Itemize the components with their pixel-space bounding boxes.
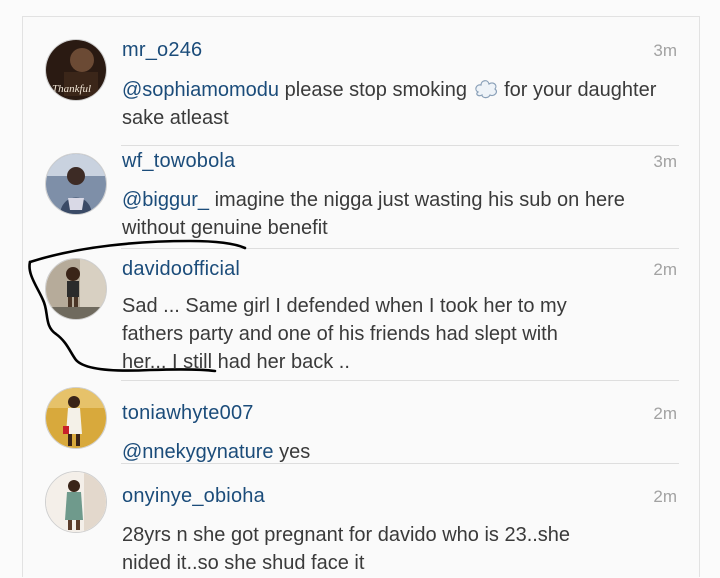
comment-text: 28yrs n she got pregnant for davido who … xyxy=(122,521,662,577)
comment-item: toniawhyte007 2m @nnekygynature yes xyxy=(23,380,699,463)
comment-text-line: her... I still had her back .. xyxy=(122,351,350,373)
comment-timestamp: 2m xyxy=(653,260,677,279)
avatar[interactable] xyxy=(45,258,107,320)
comment-item: onyinye_obioha 2m 28yrs n she got pregna… xyxy=(23,463,699,577)
comment-timestamp: 3m xyxy=(653,41,677,60)
comment-timestamp: 3m xyxy=(653,152,677,171)
comment-item: wf_towobola 3m @biggur_ imagine the nigg… xyxy=(23,145,699,248)
avatar[interactable] xyxy=(45,471,107,533)
comment-text-part: please stop smoking xyxy=(284,79,467,101)
avatar-image xyxy=(46,154,106,214)
comment-text-line: Sad ... Same girl I defended when I took… xyxy=(122,295,567,317)
avatar[interactable]: Thankful xyxy=(45,39,107,101)
avatar-image: Thankful xyxy=(46,40,106,100)
comment-username[interactable]: toniawhyte007 xyxy=(122,402,254,425)
comment-item: davidoofficial 2m Sad ... Same girl I de… xyxy=(23,248,699,380)
smoke-emoji-icon xyxy=(473,78,499,100)
comment-username[interactable]: onyinye_obioha xyxy=(122,485,265,508)
comment-username[interactable]: davidoofficial xyxy=(122,258,240,281)
comment-text: @sophiamomodu please stop smoking for yo… xyxy=(122,76,662,132)
comment-text: @nnekygynature yes xyxy=(122,438,662,466)
comment-timestamp: 2m xyxy=(653,487,677,506)
mention-link[interactable]: @nnekygynature xyxy=(122,441,274,463)
comment-text-line: nided it..so she shud face it xyxy=(122,552,365,574)
comment-text-part: yes xyxy=(279,441,311,463)
comments-panel: Thankful mr_o246 3m @sophiamomodu please… xyxy=(22,16,700,577)
mention-link[interactable]: @biggur_ xyxy=(122,189,209,211)
comment-timestamp: 2m xyxy=(653,404,677,423)
svg-text:Thankful: Thankful xyxy=(52,83,91,95)
mention-link[interactable]: @sophiamomodu xyxy=(122,79,279,101)
comment-username[interactable]: mr_o246 xyxy=(122,39,202,62)
comment-text-line: fathers party and one of his friends had… xyxy=(122,323,558,345)
comment-username[interactable]: wf_towobola xyxy=(122,150,235,173)
comment-text: @biggur_ imagine the nigga just wasting … xyxy=(122,186,662,242)
avatar-image xyxy=(46,472,106,532)
avatar-image xyxy=(46,388,106,448)
comment-text: Sad ... Same girl I defended when I took… xyxy=(122,292,662,376)
avatar[interactable] xyxy=(45,387,107,449)
comment-text-line: 28yrs n she got pregnant for davido who … xyxy=(122,524,571,546)
comment-item: Thankful mr_o246 3m @sophiamomodu please… xyxy=(23,17,699,145)
avatar[interactable] xyxy=(45,153,107,215)
avatar-image xyxy=(46,259,106,319)
